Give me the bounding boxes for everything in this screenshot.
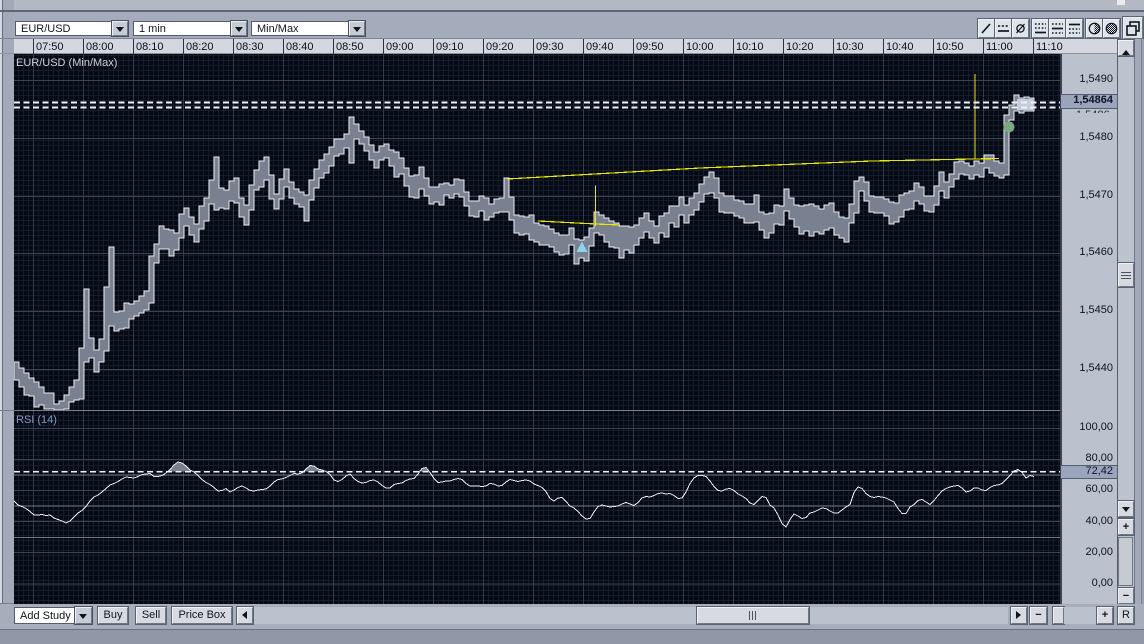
svg-text:RSI (14): RSI (14) (16, 414, 57, 426)
svg-text:EUR/USD (Min/Max): EUR/USD (Min/Max) (16, 57, 117, 69)
